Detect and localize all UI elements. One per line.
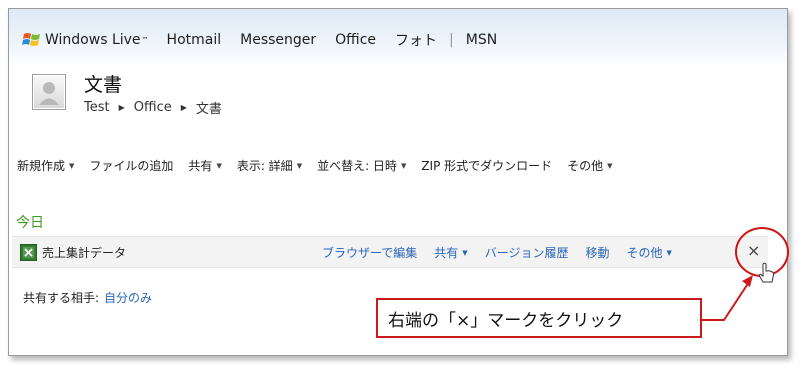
callout-text: 右端の「×」マークをクリック: [388, 310, 624, 331]
instruction-callout: 右端の「×」マークをクリック: [376, 298, 702, 338]
